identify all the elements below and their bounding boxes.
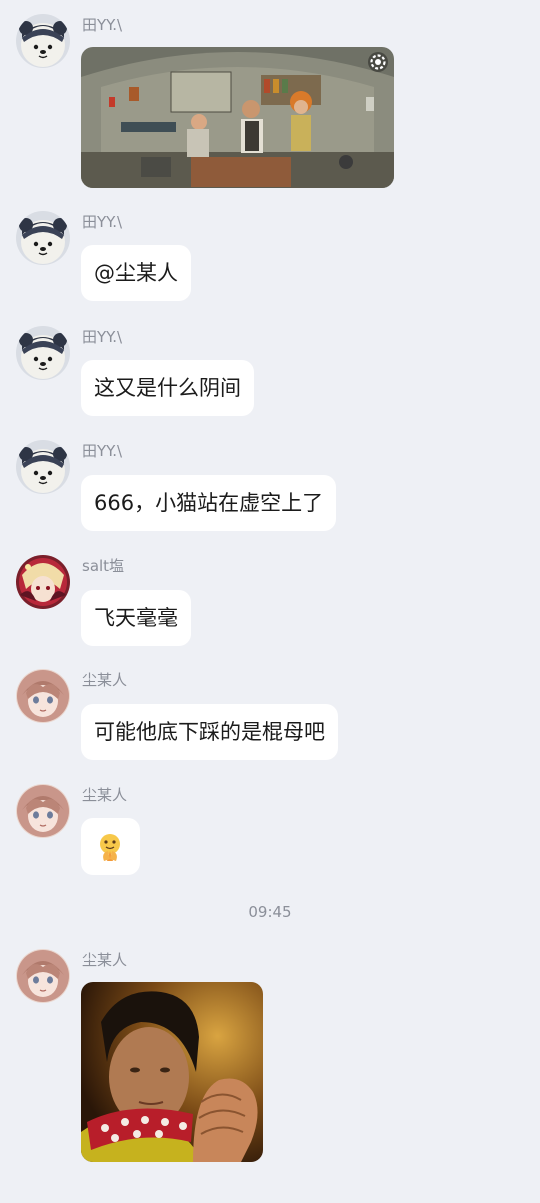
sender-name: 尘某人 — [82, 786, 128, 804]
message-bubble[interactable]: 飞天毫毫 — [81, 590, 191, 646]
avatar-bear[interactable] — [16, 440, 70, 494]
message-bubble[interactable]: 666，小猫站在虚空上了 — [81, 475, 337, 531]
message-bubble[interactable]: 这又是什么阴间 — [81, 360, 254, 416]
settings-gear-icon[interactable] — [367, 51, 389, 73]
sender-name: 田YY.\ — [82, 213, 123, 231]
avatar-bear[interactable] — [16, 326, 70, 380]
game-screenshot-image[interactable] — [81, 47, 394, 188]
avatar-anime-girl[interactable] — [16, 949, 70, 1003]
avatar-bear[interactable] — [16, 211, 70, 265]
sender-name: salt塩 — [82, 557, 125, 575]
sender-name: 尘某人 — [82, 951, 128, 969]
message-bubble[interactable]: @尘某人 — [81, 245, 191, 301]
sender-name: 田YY.\ — [82, 16, 123, 34]
sender-name: 田YY.\ — [82, 442, 123, 460]
sticker-bubble[interactable] — [81, 818, 140, 875]
sender-name: 田YY.\ — [82, 328, 123, 346]
sender-name: 尘某人 — [82, 671, 128, 689]
avatar-anime-girl[interactable] — [16, 784, 70, 838]
avatar-anime-red[interactable] — [16, 555, 70, 609]
avatar-bear[interactable] — [16, 14, 70, 68]
message-bubble[interactable]: 可能他底下踩的是棍母吧 — [81, 704, 338, 760]
chat-view[interactable]: 田YY.\ 田YY.\ @尘某人 田YY.\ 这又是什么阴间 田YY.\ 666… — [0, 0, 540, 1203]
praying-hands-emoji-icon — [99, 833, 120, 861]
photo-image[interactable] — [81, 982, 263, 1162]
avatar-anime-girl[interactable] — [16, 669, 70, 723]
timestamp-divider: 09:45 — [248, 903, 292, 921]
